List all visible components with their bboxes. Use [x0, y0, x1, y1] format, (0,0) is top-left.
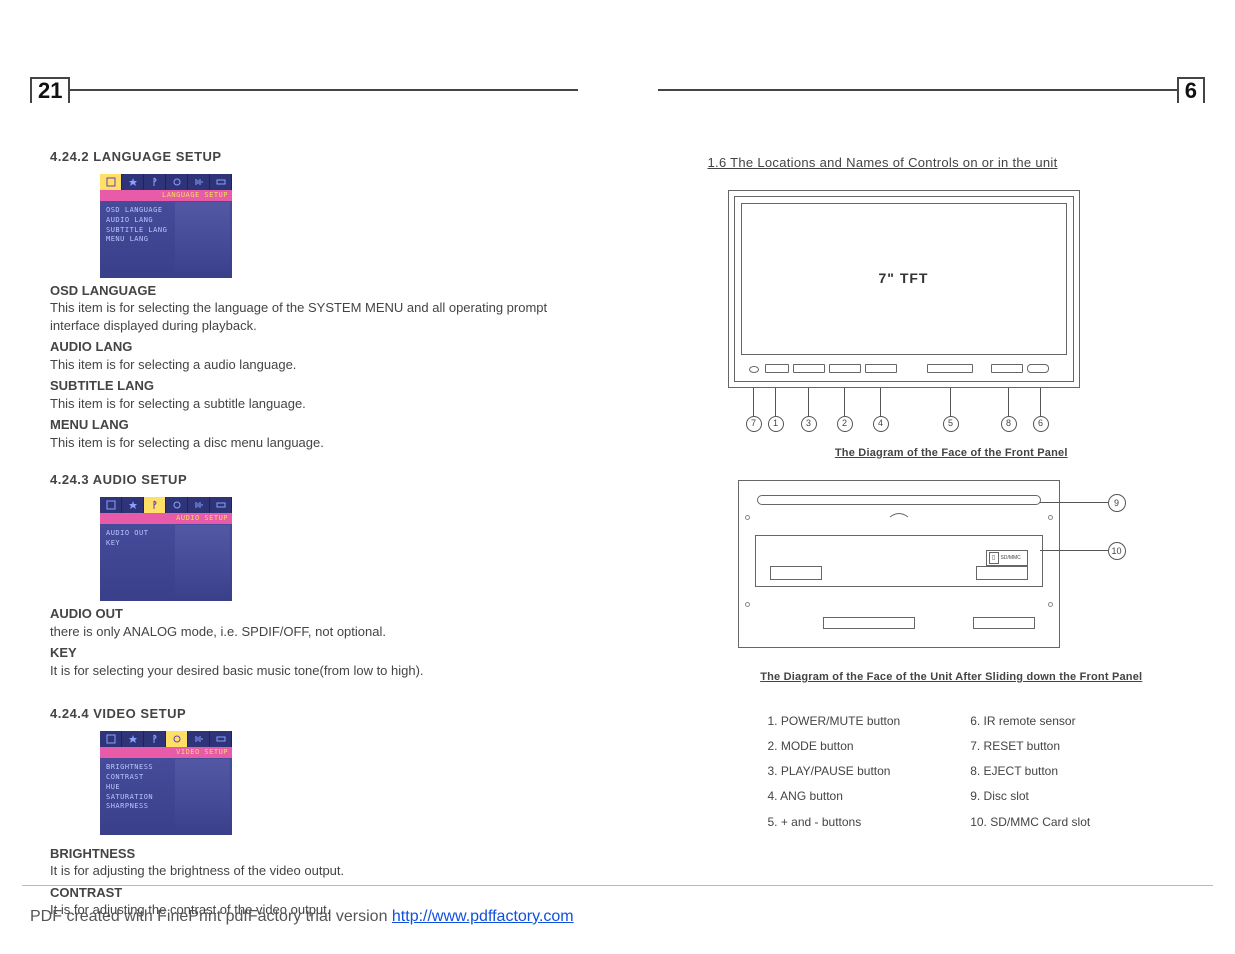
control-item: 2. MODE button	[768, 734, 901, 759]
control-item: 3. PLAY/PAUSE button	[768, 759, 901, 784]
heading-menu-lang: MENU LANG	[50, 416, 578, 434]
sd-card-slot-icon: ▯SD/MMC	[986, 550, 1028, 566]
bottom-slot-1-icon	[823, 617, 915, 629]
fp-button-1	[765, 364, 789, 373]
reset-hole-icon	[749, 366, 759, 373]
front-panel-callouts: 7 1 3 2 4 5 8 6	[728, 388, 1080, 434]
control-item: 4. ANG button	[768, 784, 901, 809]
ir-window-icon	[1027, 364, 1049, 373]
text-menu-lang: This item is for selecting a disc menu l…	[50, 434, 578, 452]
disc-slot-icon	[757, 495, 1041, 505]
slot-left-icon	[770, 566, 822, 580]
control-item: 7. RESET button	[970, 734, 1090, 759]
fp-button-6	[991, 364, 1023, 373]
section-title-1-6: 1.6 The Locations and Names of Controls …	[708, 154, 1196, 172]
heading-contrast: CONTRAST	[50, 884, 578, 902]
page-number-right: 6	[1177, 77, 1205, 103]
footer-text: PDF created with FinePrint pdfFactory tr…	[30, 908, 392, 925]
fp-button-2	[793, 364, 825, 373]
heading-subtitle-lang: SUBTITLE LANG	[50, 377, 578, 395]
osd-screenshot-video: VIDEO SETUP BRIGHTNESSCONTRAST HUESATURA…	[100, 731, 232, 835]
control-item: 9. Disc slot	[970, 784, 1090, 809]
text-osd-language: This item is for selecting the language …	[50, 299, 578, 334]
osd-screenshot-language: LANGUAGE SETUP OSD LANGUAGEAUDIO LANG SU…	[100, 174, 232, 278]
front-panel-diagram: 7" TFT	[728, 190, 1080, 388]
footer-link[interactable]: http://www.pdffactory.com	[392, 908, 574, 925]
heading-4-24-4: 4.24.4 VIDEO SETUP	[50, 705, 578, 723]
fp-button-3	[829, 364, 861, 373]
control-item: 10. SD/MMC Card slot	[970, 810, 1090, 835]
heading-4-24-3: 4.24.3 AUDIO SETUP	[50, 471, 578, 489]
text-audio-lang: This item is for selecting a audio langu…	[50, 356, 578, 374]
control-item: 8. EJECT button	[970, 759, 1090, 784]
heading-osd-language: OSD LANGUAGE	[50, 282, 578, 300]
text-brightness: It is for adjusting the brightness of th…	[50, 862, 578, 880]
heading-audio-lang: AUDIO LANG	[50, 338, 578, 356]
heading-key: KEY	[50, 644, 578, 662]
text-subtitle-lang: This item is for selecting a subtitle la…	[50, 395, 578, 413]
slot-right-icon	[976, 566, 1028, 580]
heading-audio-out: AUDIO OUT	[50, 605, 578, 623]
page-number-left: 21	[30, 77, 70, 103]
control-item: 5. + and - buttons	[768, 810, 901, 835]
inner-panel-diagram: ▯SD/MMC	[738, 480, 1060, 648]
heading-brightness: BRIGHTNESS	[50, 845, 578, 863]
control-item: 1. POWER/MUTE button	[768, 709, 901, 734]
heading-4-24-2: 4.24.2 LANGUAGE SETUP	[50, 148, 578, 166]
fp-button-4	[865, 364, 897, 373]
page-number-row-right: 6	[658, 76, 1206, 104]
osd-screenshot-audio: AUDIO SETUP AUDIO OUTKEY	[100, 497, 232, 601]
tft-screen-label: 7" TFT	[741, 203, 1067, 355]
control-item: 6. IR remote sensor	[970, 709, 1090, 734]
text-key: It is for selecting your desired basic m…	[50, 662, 578, 680]
footer-rule	[22, 885, 1213, 886]
eject-arc-icon	[888, 512, 910, 518]
footer: PDF created with FinePrint pdfFactory tr…	[30, 908, 574, 926]
callout-9: 9	[1108, 494, 1126, 512]
controls-list: 1. POWER/MUTE button 2. MODE button 3. P…	[768, 709, 1196, 835]
page-number-row-left: 21	[30, 76, 578, 104]
caption-inner-panel: The Diagram of the Face of the Unit Afte…	[708, 670, 1196, 685]
text-audio-out: there is only ANALOG mode, i.e. SPDIF/OF…	[50, 623, 578, 641]
fp-button-5	[927, 364, 973, 373]
callout-10: 10	[1108, 542, 1126, 560]
bottom-slot-2-icon	[973, 617, 1035, 629]
caption-front-panel: The Diagram of the Face of the Front Pan…	[708, 446, 1196, 461]
